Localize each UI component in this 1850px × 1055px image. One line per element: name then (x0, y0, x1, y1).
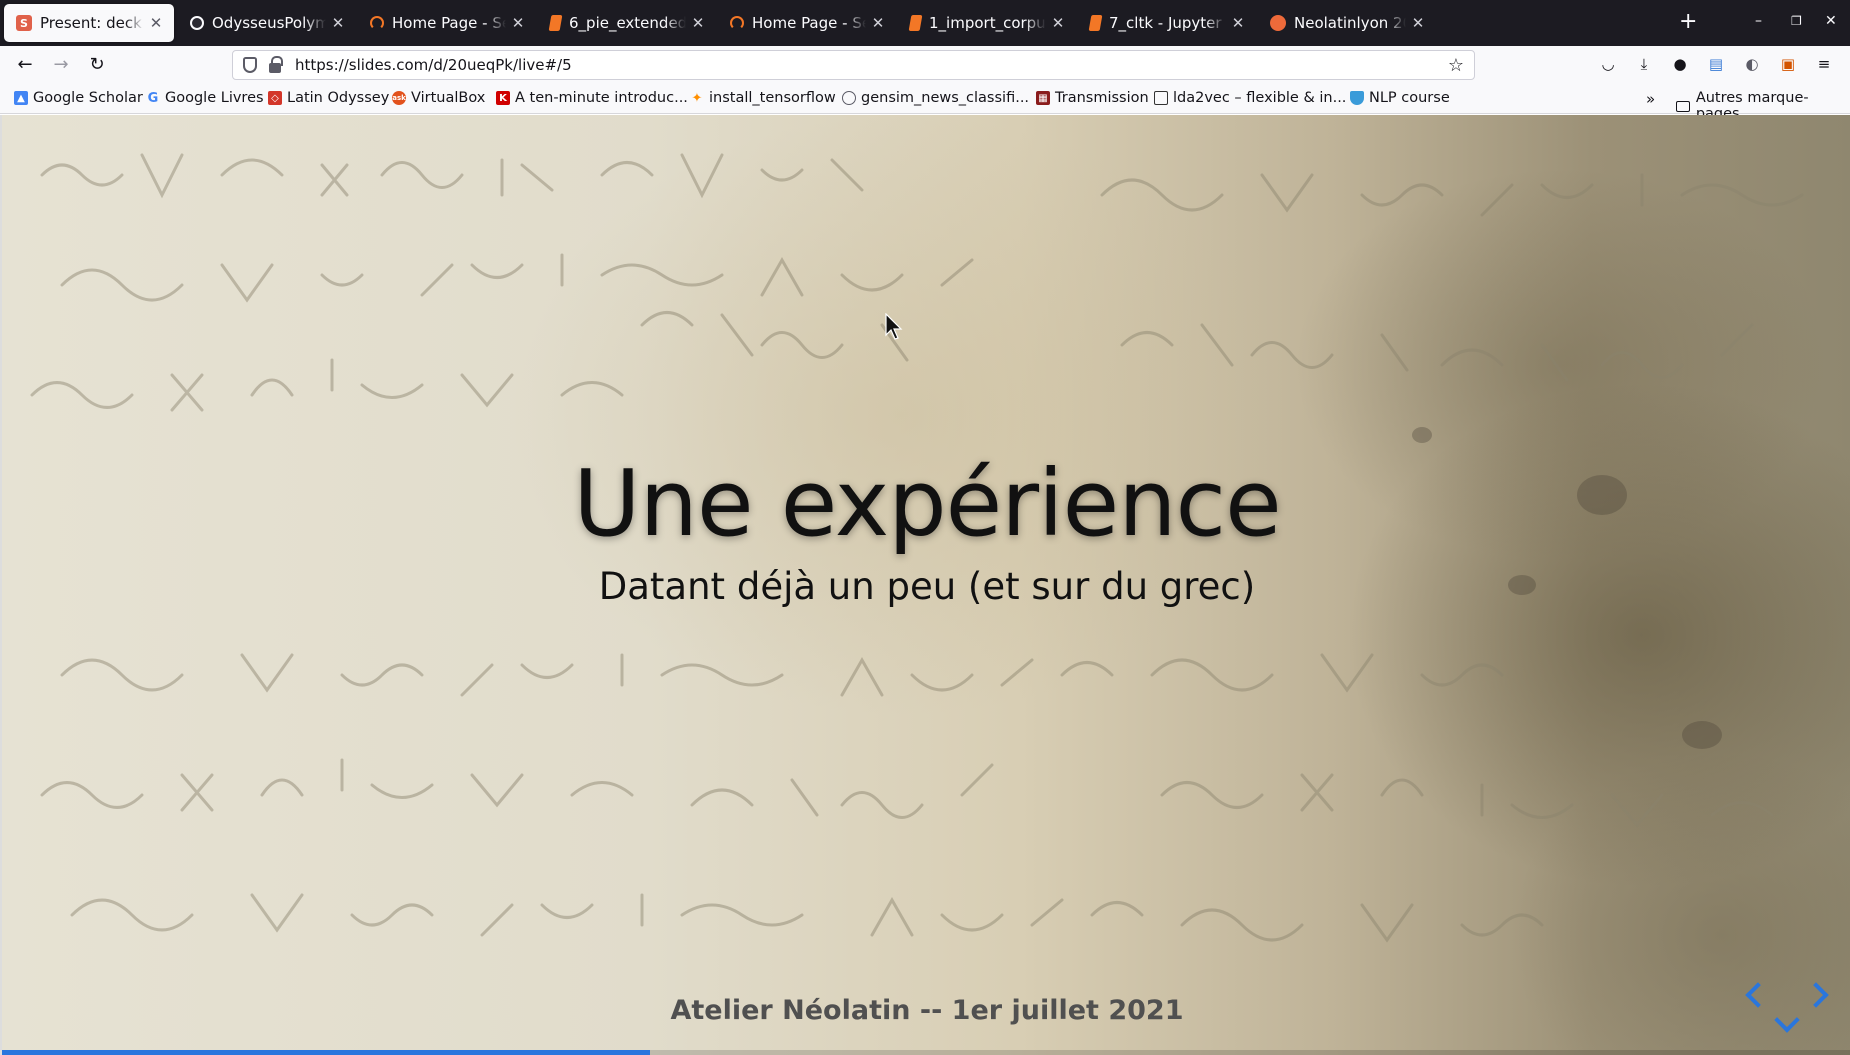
tab-present-deck[interactable]: S Present: deck ✕ (4, 4, 174, 42)
keras-icon: K (496, 91, 510, 105)
tab-title: OdysseusPolymetis/ne (212, 14, 326, 32)
bookmark-keras-intro[interactable]: K A ten-minute introduc... (496, 90, 688, 106)
ask-icon: ask (392, 91, 406, 105)
window-close-icon[interactable]: ✕ (1825, 13, 1837, 29)
nlp-shield-icon (1350, 91, 1364, 105)
restore-icon[interactable]: ❐ (1791, 14, 1802, 28)
tab-neolatinlyon[interactable]: Neolatinlyon 2021 - éc ✕ (1258, 4, 1436, 42)
bookmark-label: VirtualBox (411, 90, 486, 106)
bookmark-label: Google Scholar (33, 90, 143, 106)
forward-button[interactable]: → (50, 54, 72, 75)
bookmarks-bar: ▲ Google Scholar G Google Livres ◇ Latin… (0, 84, 1850, 122)
bookmark-google-livres[interactable]: G Google Livres (146, 90, 264, 106)
slide-subtitle: Datant déjà un peu (et sur du grec) (598, 565, 1256, 608)
addon-icon[interactable]: ▣ (1779, 55, 1797, 73)
close-icon[interactable]: ✕ (870, 14, 886, 32)
bookmark-label: Latin Odyssey (287, 90, 390, 106)
close-icon[interactable]: ✕ (690, 14, 706, 32)
tab-title: Neolatinlyon 2021 - éc (1294, 14, 1406, 32)
presentation-slide[interactable]: Une expérience Datant déjà un peu (et su… (0, 115, 1850, 1055)
tab-title: Home Page - Select or c (752, 14, 866, 32)
tab-jupyter-home-2[interactable]: Home Page - Select or c ✕ (718, 4, 896, 42)
back-button[interactable]: ← (14, 54, 36, 75)
slide-progress-bar (2, 1050, 1850, 1055)
mouse-cursor-icon (885, 313, 903, 340)
tab-jupyter-home-1[interactable]: Home Page - Select or c ✕ (358, 4, 536, 42)
slide-footer: Atelier Néolatin -- 1er juillet 2021 (670, 995, 1184, 1026)
address-bar[interactable]: https://slides.com/d/20ueqPk/live#/5 ☆ (232, 50, 1475, 80)
github-icon (190, 16, 204, 30)
mask-extension-icon[interactable]: ◐ (1743, 55, 1761, 73)
bookmark-star-icon[interactable]: ☆ (1448, 55, 1464, 76)
tab-title: 1_import_corpus - Jupy (929, 14, 1046, 32)
jupyter-icon (370, 16, 384, 30)
tab-pie-extended[interactable]: 6_pie_extended - Jupy ✕ (538, 4, 716, 42)
jupyter-icon (730, 16, 744, 30)
bookmark-lda2vec[interactable]: lda2vec – flexible & in... (1154, 90, 1346, 106)
bookmark-virtualbox[interactable]: ask VirtualBox (392, 90, 485, 106)
tab-import-corpus[interactable]: 1_import_corpus - Jupy ✕ (898, 4, 1076, 42)
new-tab-button[interactable]: + (1679, 11, 1697, 33)
bookmark-label: gensim_news_classifi... (861, 90, 1030, 106)
bookmark-google-scholar[interactable]: ▲ Google Scholar (14, 90, 143, 106)
tab-github[interactable]: OdysseusPolymetis/ne ✕ (178, 4, 356, 42)
close-icon[interactable]: ✕ (148, 14, 164, 32)
google-icon: G (147, 90, 159, 106)
slide-progress-fill (2, 1050, 650, 1055)
bookmark-install-tensorflow[interactable]: ✦ install_tensorflow (690, 90, 836, 106)
minimize-icon[interactable]: – (1755, 13, 1762, 29)
close-icon[interactable]: ✕ (510, 14, 526, 32)
bookmark-label: lda2vec – flexible & in... (1173, 90, 1347, 106)
close-icon[interactable]: ✕ (1050, 14, 1066, 32)
bookmark-label: Google Livres (165, 90, 264, 106)
notebook-icon (1088, 15, 1103, 31)
url-text[interactable]: https://slides.com/d/20ueqPk/live#/5 (295, 56, 1448, 74)
tracking-shield-icon[interactable] (243, 57, 257, 73)
menu-icon[interactable]: ≡ (1815, 55, 1833, 73)
reader-icon[interactable]: ▤ (1707, 55, 1725, 73)
tab-title: Home Page - Select or c (392, 14, 506, 32)
tab-title: 7_cltk - Jupyter Noteb (1109, 14, 1226, 32)
notebook-icon (548, 15, 563, 31)
bookmark-nlp-course[interactable]: NLP course (1350, 90, 1450, 106)
navigation-toolbar: ← → ↻ https://slides.com/d/20ueqPk/live#… (0, 46, 1850, 84)
reload-button[interactable]: ↻ (86, 54, 108, 75)
close-icon[interactable]: ✕ (1410, 14, 1426, 32)
bookmark-gensim-news[interactable]: gensim_news_classifi... (842, 90, 1029, 106)
notebook-icon (908, 15, 923, 31)
lock-icon[interactable] (269, 55, 283, 73)
slides-icon: S (16, 15, 32, 31)
extension-icon[interactable]: ● (1671, 55, 1689, 73)
slide-title: Une expérience (573, 450, 1281, 557)
tab-title: Present: deck (40, 14, 142, 32)
bookmark-transmission[interactable]: ▦ Transmission (1036, 90, 1149, 106)
bookmark-label: Transmission (1055, 90, 1149, 106)
folder-icon (1676, 100, 1690, 112)
close-icon[interactable]: ✕ (1230, 14, 1246, 32)
close-icon[interactable]: ✕ (330, 14, 346, 32)
transmission-icon: ▦ (1036, 91, 1050, 105)
scholar-icon: ▲ (14, 91, 28, 105)
tab-cltk[interactable]: 7_cltk - Jupyter Noteb ✕ (1078, 4, 1256, 42)
bookmark-latin-odyssey[interactable]: ◇ Latin Odyssey (268, 90, 389, 106)
tab-title: 6_pie_extended - Jupy (569, 14, 686, 32)
bookmark-label: A ten-minute introduc... (515, 90, 688, 106)
bookmarks-overflow-icon[interactable]: » (1646, 90, 1655, 108)
downloads-icon[interactable]: ⤓ (1635, 55, 1653, 73)
tensorflow-icon: ✦ (691, 90, 703, 106)
latin-odyssey-icon: ◇ (268, 91, 282, 105)
globe-icon (842, 91, 856, 105)
neolatin-icon (1270, 15, 1286, 31)
tab-strip: S Present: deck ✕ OdysseusPolymetis/ne ✕… (0, 0, 1850, 46)
doc-icon (1154, 91, 1168, 105)
pocket-icon[interactable]: ◡ (1599, 55, 1617, 73)
bookmark-label: NLP course (1369, 90, 1450, 106)
bookmark-label: install_tensorflow (709, 90, 836, 106)
